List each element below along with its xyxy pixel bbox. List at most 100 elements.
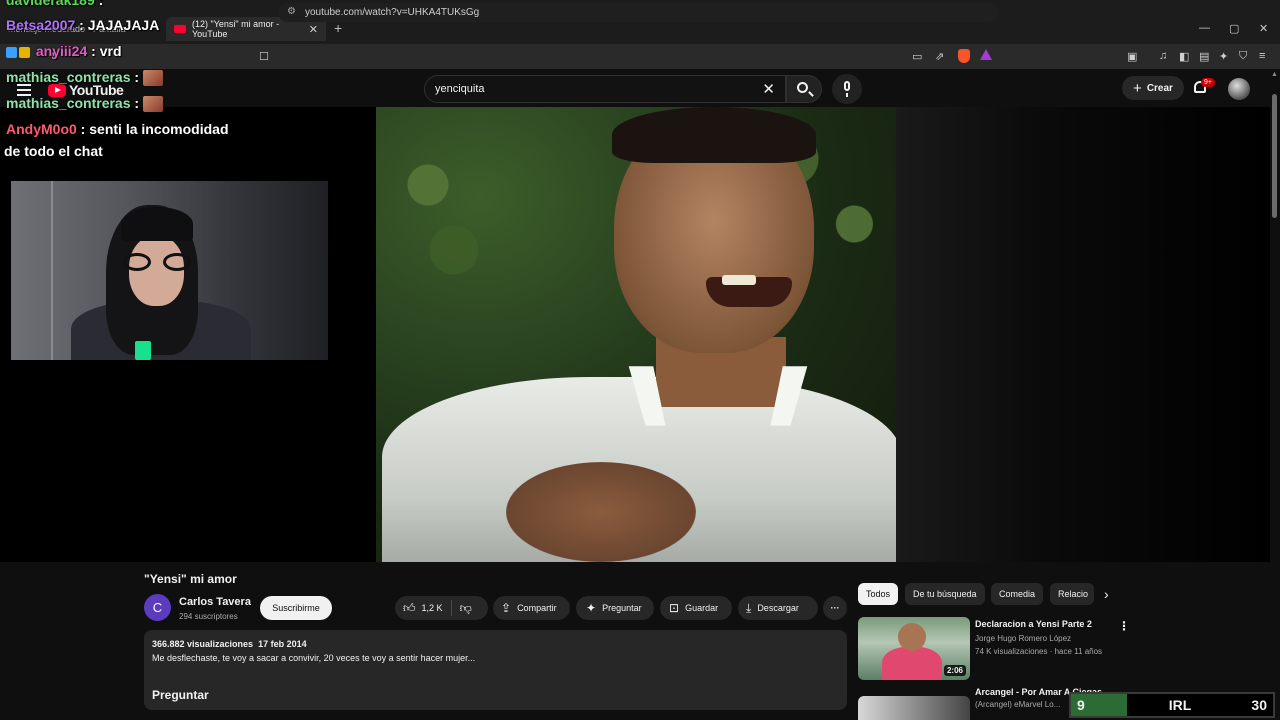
dislike-button[interactable]: 👎︎ (460, 601, 472, 616)
ask-heading: Preguntar (152, 688, 209, 702)
recommendation-stats: 74 K visualizaciones · hace 11 años (975, 647, 1103, 656)
search-input[interactable]: yenciquita ✕ (424, 75, 786, 103)
recommendation-channel: Jorge Hugo Romero López (975, 634, 1072, 643)
streamer-webcam (11, 181, 328, 360)
video-duration: 2:06 (943, 665, 966, 676)
chat-badge-icon (6, 46, 17, 58)
chat-text: de todo el chat (4, 143, 103, 159)
video-frame[interactable] (376, 107, 896, 562)
chip-comedia[interactable]: Comedia (991, 583, 1044, 605)
chat-username: Betsa2007 (6, 17, 76, 33)
score-left: 9 (1071, 694, 1127, 716)
account-avatar[interactable] (1228, 78, 1250, 100)
bookmark-icon: ⊡ (669, 601, 680, 615)
more-vert-icon[interactable]: ⋮ (1118, 619, 1130, 633)
share-icon: ⇪ (501, 601, 512, 615)
chip-relacionados[interactable]: Relacio (1050, 583, 1094, 605)
chat-username: anyiii24 (35, 43, 88, 59)
like-dislike-group: 👍︎ 1,2 K 👎︎ (395, 596, 488, 620)
mic-icon (844, 81, 850, 91)
channel-name[interactable]: Carlos Tavera (179, 596, 251, 608)
chat-username: mathias_contreras (6, 95, 131, 111)
search-button[interactable] (786, 75, 822, 103)
chat-message: anyiii24 : vrd (6, 43, 122, 59)
download-icon: ⤓ (746, 600, 752, 615)
sidebar-icon[interactable]: ◧ (1179, 50, 1189, 63)
minimize-button[interactable]: — (1199, 22, 1210, 34)
chip-todos[interactable]: Todos (858, 583, 899, 605)
view-date-line: 366.882 visualizaciones 17 feb 2014 (152, 639, 307, 649)
save-button[interactable]: ⊡ Guardar (660, 596, 732, 620)
share-button[interactable]: ⇪ Compartir (493, 596, 570, 620)
chat-username: AndyM0o0 (6, 121, 77, 137)
ask-label: Preguntar (602, 603, 642, 613)
search-query: yenciquita (435, 83, 485, 95)
chat-emote-icon (143, 96, 164, 113)
plus-icon: + (1133, 79, 1142, 97)
media-icon[interactable]: ♫ (1159, 50, 1167, 62)
screenshot-icon[interactable]: ▣ (1127, 50, 1137, 63)
chat-message: daviderak189 : (6, 0, 103, 8)
download-button[interactable]: ⤓ Descargar (738, 596, 818, 620)
bookmark-icon[interactable]: ☐ (259, 50, 269, 63)
score-right: 30 (1251, 697, 1267, 713)
recommendation-title[interactable]: Declaracion a Yensi Parte 2 (975, 619, 1092, 629)
chat-username: daviderak189 (6, 0, 95, 8)
score-label: IRL (1168, 697, 1192, 713)
tab-close-icon[interactable]: ✕ (309, 23, 318, 36)
share-page-icon[interactable]: ⇗ (935, 50, 944, 63)
close-window-button[interactable]: ✕ (1259, 22, 1268, 35)
youtube-favicon-icon (174, 25, 186, 33)
url-text: youtube.com/watch?v=UHKA4TUKsGg (305, 7, 480, 18)
subscribe-button[interactable]: Suscribirme (260, 596, 332, 620)
like-button[interactable]: 👍︎ 1,2 K (395, 601, 443, 616)
chevron-right-icon[interactable]: › (1104, 586, 1109, 602)
scrollbar-thumb[interactable] (1272, 94, 1277, 218)
description-box[interactable]: 366.882 visualizaciones 17 feb 2014 Me d… (144, 630, 847, 710)
wallet-icon[interactable]: ▤ (1199, 50, 1209, 63)
like-count: 1,2 K (421, 603, 443, 613)
chip-de-tu-busqueda[interactable]: De tu búsqueda (905, 583, 985, 605)
leo-ai-icon[interactable]: ✦ (1219, 50, 1228, 63)
clear-search-icon[interactable]: ✕ (762, 80, 775, 98)
sparkle-icon: ✦ (586, 601, 597, 615)
chat-message: mathias_contreras : (6, 69, 164, 87)
chat-message: AndyM0o0 : senti la incomodidad (6, 121, 229, 137)
chat-text: JAJAJAJA (87, 17, 160, 33)
chat-text: senti la incomodidad (89, 121, 229, 137)
notification-badge: 9+ (1201, 78, 1215, 87)
tab-title: (12) "Yensi" mi amor - YouTube (192, 19, 280, 39)
video-title: "Yensi" mi amor (144, 572, 237, 586)
chat-emote-icon (143, 70, 164, 87)
save-label: Guardar (685, 603, 719, 613)
maximize-button[interactable]: ▢ (1229, 22, 1239, 35)
stream-score-bar: 9 IRL 30 (1069, 692, 1275, 718)
brave-shields-icon[interactable] (958, 49, 970, 63)
create-label: Crear (1146, 82, 1173, 94)
new-tab-button[interactable]: + (334, 20, 342, 36)
recommendation-thumbnail[interactable]: 2:06 (858, 617, 970, 680)
ask-button[interactable]: ✦ Preguntar (576, 596, 654, 620)
recommendation-channel: (Arcangel) eMarvel Lo... (975, 700, 1061, 709)
chat-badge-icon (19, 46, 30, 58)
thumbs-up-icon: 👍︎ (403, 600, 416, 615)
site-settings-icon[interactable]: ⚙ (287, 6, 296, 17)
chat-message: de todo el chat (4, 143, 103, 159)
chat-message: mathias_contreras : (6, 95, 164, 113)
create-button[interactable]: + Crear (1122, 76, 1184, 100)
cast-icon[interactable]: ▭ (912, 50, 922, 63)
chat-text: vrd (99, 43, 122, 59)
channel-avatar[interactable]: C (144, 594, 171, 621)
subscriber-count: 294 suscriptores (179, 612, 238, 621)
scroll-up-icon[interactable]: ▲ (1271, 71, 1278, 78)
vpn-icon[interactable]: ⛉ (1239, 50, 1247, 63)
address-bar[interactable]: ⚙ youtube.com/watch?v=UHKA4TUKsGg (278, 3, 998, 22)
more-actions-button[interactable]: ··· (823, 596, 847, 620)
upload-date: 17 feb 2014 (258, 639, 307, 649)
brave-rewards-icon[interactable] (980, 49, 992, 60)
recommendation-thumbnail[interactable] (858, 696, 970, 720)
browser-toolbar (0, 44, 1280, 69)
chat-username: mathias_contreras (6, 69, 131, 85)
voice-search-button[interactable] (832, 74, 862, 104)
menu-icon[interactable]: ≡ (1259, 50, 1265, 62)
